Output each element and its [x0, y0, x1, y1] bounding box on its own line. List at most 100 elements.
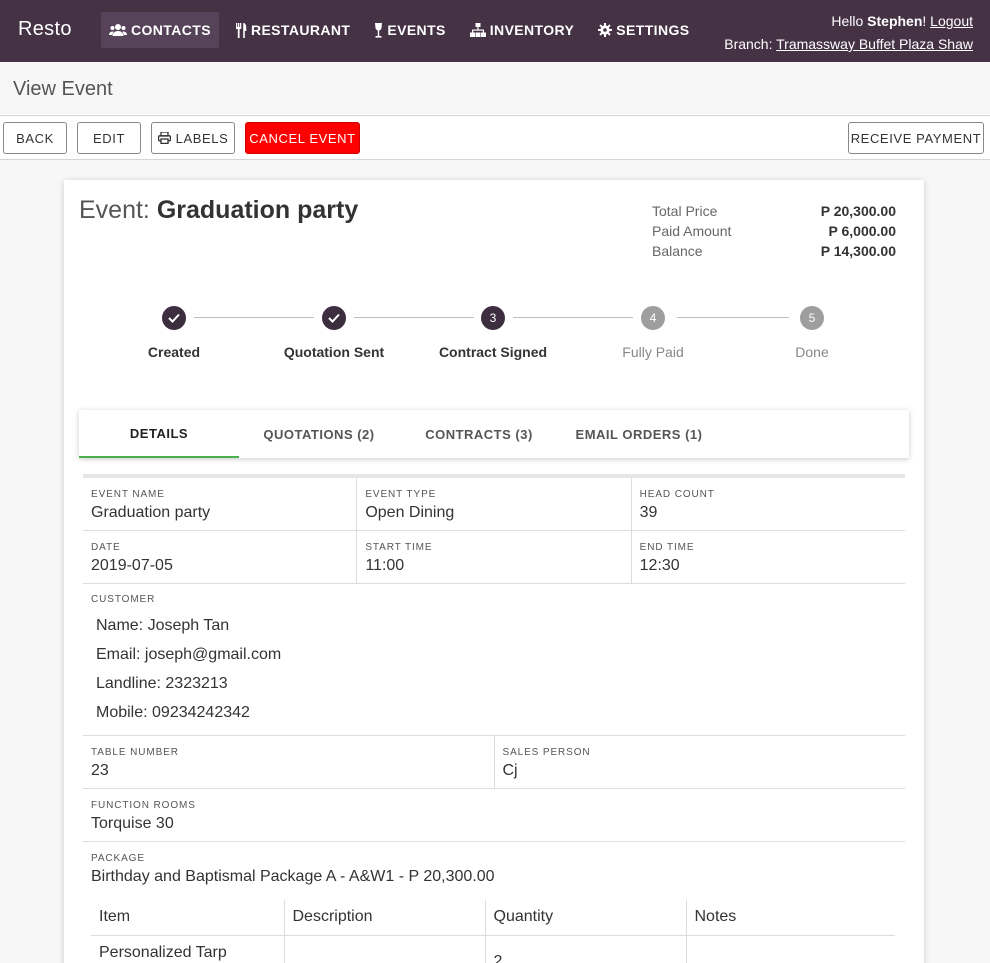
action-toolbar: BACK EDIT LABELS CANCEL EVENT RECEIVE PA…: [0, 117, 990, 160]
field-value: 11:00: [365, 557, 405, 574]
field-label: PACKAGE: [91, 853, 145, 864]
step-quotation-sent: Quotation Sent: [264, 306, 404, 360]
branch-info: Branch: Tramassway Buffet Plaza Shaw: [724, 33, 973, 56]
page-title: View Event: [13, 78, 113, 100]
edit-button[interactable]: EDIT: [77, 122, 141, 154]
field-label: HEAD COUNT: [639, 489, 715, 500]
field-label: SALES PERSON: [502, 747, 591, 758]
gear-icon: [598, 23, 613, 37]
logout-link[interactable]: Logout: [930, 13, 973, 29]
field-label: EVENT NAME: [91, 489, 165, 500]
head-count-field: HEAD COUNT 39: [630, 478, 905, 530]
check-icon: [162, 306, 186, 330]
table-cell: 2: [484, 935, 686, 963]
glass-icon: [375, 22, 383, 38]
tab-quotations[interactable]: QUOTATIONS (2): [239, 410, 399, 458]
tab-email-orders[interactable]: EMAIL ORDERS (1): [559, 410, 719, 458]
customer-mobile: Mobile: 09234242342: [96, 704, 250, 721]
nav-settings-label: SETTINGS: [616, 22, 690, 38]
table-cell: [283, 935, 485, 963]
sitemap-icon: [469, 22, 486, 37]
sales-person-field: SALES PERSON Cj: [493, 736, 906, 788]
step-number: 4: [641, 306, 665, 330]
branch-label: Branch:: [724, 36, 777, 52]
package-field: PACKAGE Birthday and Baptismal Package A …: [83, 842, 905, 963]
field-label: TABLE NUMBER: [91, 747, 179, 758]
step-contract-signed: 3 Contract Signed: [423, 306, 563, 360]
function-rooms-field: FUNCTION ROOMS Torquise 30: [83, 789, 905, 841]
field-value: 12:30: [639, 557, 680, 574]
event-type-field: EVENT TYPE Open Dining: [356, 478, 630, 530]
customer-name: Name: Joseph Tan: [96, 617, 230, 634]
field-label: DATE: [91, 542, 121, 553]
field-label: END TIME: [639, 542, 695, 553]
field-value: 23: [91, 762, 109, 779]
page-header: View Event: [0, 62, 990, 116]
field-value: 39: [639, 504, 658, 521]
hello-text: Hello: [831, 13, 868, 29]
details-row: TABLE NUMBER 23 SALES PERSON Cj: [83, 736, 905, 789]
total-price-label: Total Price: [652, 203, 718, 219]
greeting-excl: !: [922, 13, 927, 29]
nav-inventory[interactable]: INVENTORY: [462, 12, 583, 48]
users-icon: [109, 24, 127, 36]
customer-landline: Landline: 2323213: [96, 675, 228, 692]
check-icon: [322, 306, 346, 330]
nav-restaurant[interactable]: RESTAURANT: [227, 12, 358, 48]
column-header: Item: [91, 900, 284, 936]
nav-contacts-label: CONTACTS: [131, 22, 211, 38]
nav-settings[interactable]: SETTINGS: [590, 12, 697, 48]
table-cell: [685, 935, 895, 963]
column-header: Notes: [685, 900, 895, 936]
receive-payment-button[interactable]: RECEIVE PAYMENT: [848, 122, 984, 154]
status-stepper: Created Quotation Sent 3 Contract Signed…: [64, 306, 924, 366]
branch-link[interactable]: Tramassway Buffet Plaza Shaw: [776, 36, 973, 52]
package-items-table: Item Description Quantity Notes Personal…: [91, 900, 895, 963]
field-label: START TIME: [365, 542, 433, 553]
labels-button[interactable]: LABELS: [151, 122, 235, 154]
field-value: Birthday and Baptismal Package A - A&W1 …: [91, 868, 495, 885]
step-number: 3: [481, 306, 505, 330]
details-row: DATE 2019-07-05 START TIME 11:00 END TIME 1…: [83, 531, 905, 584]
details-row: CUSTOMER Name: Joseph Tan Email: joseph@…: [83, 584, 905, 736]
brand-logo[interactable]: Resto: [18, 18, 72, 41]
customer-email: Email: joseph@gmail.com: [96, 646, 282, 663]
field-label: EVENT TYPE: [365, 489, 437, 500]
main-nav: CONTACTS RESTAURANT EVENTS INVENTORY SET…: [101, 12, 706, 48]
table-cell: Personalized Tarp (5x7ft): [99, 943, 227, 963]
total-price-row: Total Price P 20,300.00: [652, 201, 896, 221]
event-card: Event: Graduation party Total Price P 20,…: [64, 180, 924, 963]
step-label: Quotation Sent: [283, 344, 385, 360]
nav-restaurant-label: RESTAURANT: [250, 22, 351, 38]
back-button[interactable]: BACK: [3, 122, 67, 154]
nav-contacts[interactable]: CONTACTS: [101, 12, 219, 48]
utensils-icon: [235, 22, 247, 38]
top-navbar: Resto CONTACTS RESTAURANT EVENTS INVENTO…: [0, 0, 990, 62]
column-header: Quantity: [484, 900, 686, 936]
paid-amount-label: Paid Amount: [652, 223, 732, 239]
table-header-row: Item Description Quantity Notes: [91, 900, 895, 936]
field-label: CUSTOMER: [91, 594, 156, 605]
labels-button-label: LABELS: [175, 130, 229, 146]
date-field: DATE 2019-07-05: [83, 531, 356, 583]
step-number: 5: [800, 306, 824, 330]
step-label: Fully Paid: [622, 344, 684, 360]
field-value: Open Dining: [365, 504, 455, 521]
cancel-event-button[interactable]: CANCEL EVENT: [245, 122, 360, 154]
field-value: Torquise 30: [91, 815, 174, 832]
tab-contracts[interactable]: CONTRACTS (3): [399, 410, 559, 458]
end-time-field: END TIME 12:30: [630, 531, 905, 583]
nav-events[interactable]: EVENTS: [366, 12, 453, 48]
field-value: 2019-07-05: [91, 557, 173, 574]
details-row: FUNCTION ROOMS Torquise 30: [83, 789, 905, 842]
tab-details[interactable]: DETAILS: [79, 410, 239, 458]
table-row: Personalized Tarp (5x7ft) 2: [91, 935, 895, 963]
print-icon: [157, 132, 171, 144]
step-label: Contract Signed: [438, 344, 548, 360]
field-label: FUNCTION ROOMS: [91, 800, 196, 811]
event-name-field: EVENT NAME Graduation party: [83, 478, 356, 530]
table-number-field: TABLE NUMBER 23: [83, 736, 494, 788]
total-price-value: P 20,300.00: [820, 203, 896, 219]
nav-events-label: EVENTS: [387, 22, 446, 38]
user-info: Hello Stephen! Logout Branch: Tramassway…: [724, 10, 973, 56]
